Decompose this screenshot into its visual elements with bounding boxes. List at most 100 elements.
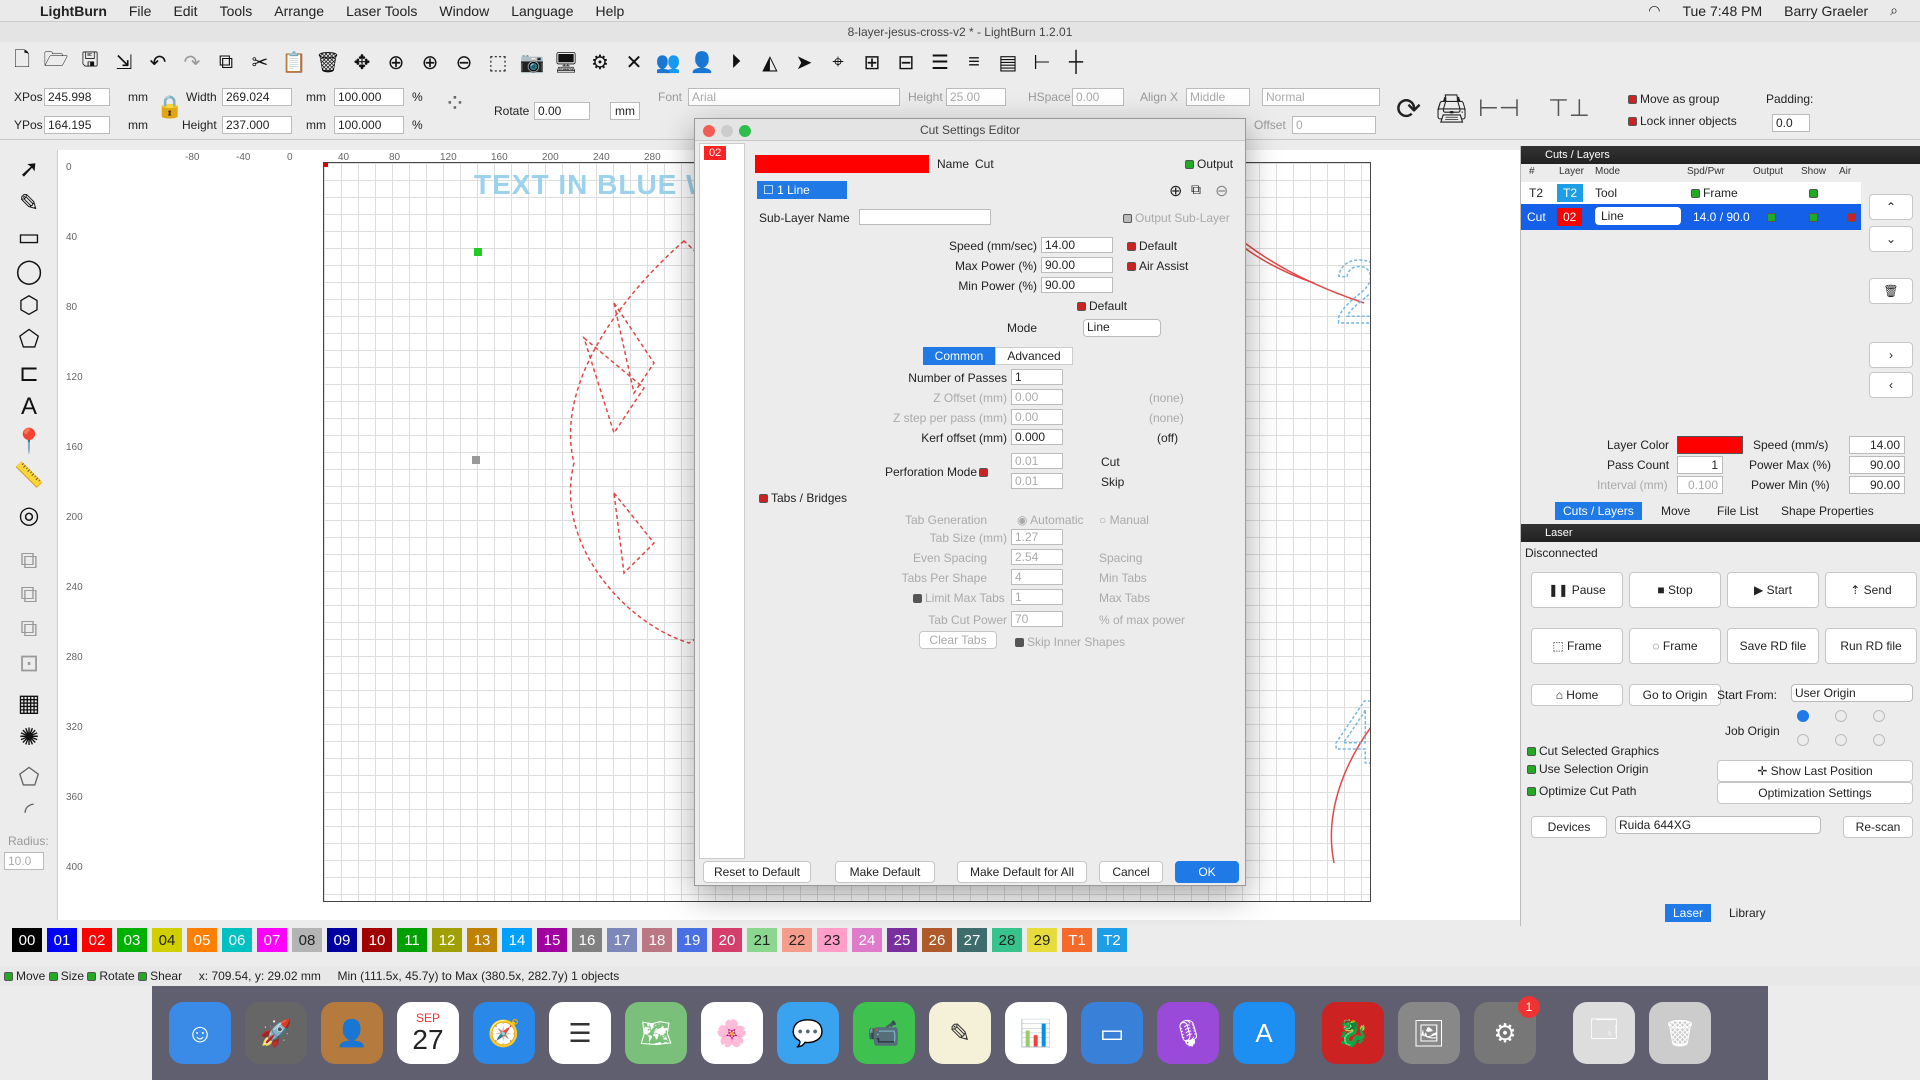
palette-swatch-03[interactable]: 03 — [117, 928, 147, 952]
user-icon[interactable]: 👤 — [688, 48, 716, 76]
palette-swatch-13[interactable]: 13 — [467, 928, 497, 952]
launchpad-icon[interactable]: 🚀 — [245, 1002, 307, 1064]
tabs-bridges-check[interactable]: Tabs / Bridges — [759, 491, 847, 505]
tab-common[interactable]: Common — [923, 347, 995, 365]
spotlight-icon[interactable]: ⌕ — [1890, 2, 1898, 19]
expand-right-button[interactable]: › — [1869, 342, 1913, 368]
move-icon[interactable]: ✥ — [348, 48, 376, 76]
distribute-icon[interactable]: ☰ — [926, 48, 954, 76]
palette-swatch-26[interactable]: 26 — [922, 928, 952, 952]
rotate-unit-button[interactable]: mm — [610, 102, 640, 120]
expand-left-button[interactable]: ‹ — [1869, 372, 1913, 398]
min-power-field[interactable]: 90.00 — [1041, 277, 1113, 293]
menu-tools[interactable]: Tools — [220, 3, 253, 19]
maps-icon[interactable]: 🗺 — [625, 1002, 687, 1064]
undo-icon[interactable]: ↶ — [144, 48, 172, 76]
tab-file-list[interactable]: File List — [1717, 504, 1758, 518]
cut-icon[interactable]: ✂ — [246, 48, 274, 76]
tabs-per-shape-field[interactable]: 4 — [1011, 569, 1063, 585]
height-field[interactable]: 237.000 — [222, 116, 292, 134]
tab-move[interactable]: Move — [1661, 504, 1690, 518]
reset-to-default-button[interactable]: Reset to Default — [703, 861, 811, 883]
perf-skip-field[interactable]: 0.01 — [1011, 473, 1063, 489]
rectangle-tool-icon[interactable]: ▭ — [14, 222, 44, 252]
boolean-subtract-icon[interactable]: ⧉ — [14, 580, 44, 610]
move-layer-down-button[interactable]: ⌄ — [1869, 226, 1913, 252]
polygon-tool-icon[interactable]: ⬡ — [14, 290, 44, 320]
pages-icon[interactable]: ✎ — [929, 1002, 991, 1064]
palette-swatch-14[interactable]: 14 — [502, 928, 532, 952]
z-step-field[interactable]: 0.00 — [1011, 409, 1063, 425]
palette-swatch-04[interactable]: 04 — [152, 928, 182, 952]
palette-swatch-06[interactable]: 06 — [222, 928, 252, 952]
palette-swatch-09[interactable]: 09 — [327, 928, 357, 952]
reminders-icon[interactable]: ☰ — [549, 1002, 611, 1064]
facetime-icon[interactable]: 📹 — [853, 1002, 915, 1064]
show-last-position-button[interactable]: ✛ Show Last Position — [1717, 760, 1913, 782]
layer-row-cut[interactable]: Cut 02 Line 14.0 / 90.0 — [1521, 204, 1861, 230]
palette-swatch-24[interactable]: 24 — [852, 928, 882, 952]
row-mode-select[interactable]: Line — [1595, 207, 1681, 225]
sublayer-name-field[interactable] — [859, 209, 991, 225]
offset-tool-icon[interactable]: ◎ — [14, 500, 44, 530]
boolean-intersect-icon[interactable]: ⧉ — [14, 614, 44, 644]
pen-tool-icon[interactable]: ✎ — [14, 188, 44, 218]
paste-icon[interactable]: 📋 — [280, 48, 308, 76]
palette-swatch-28[interactable]: 28 — [992, 928, 1022, 952]
make-default-button[interactable]: Make Default — [835, 861, 935, 883]
height-pct-field[interactable]: 100.000 — [334, 116, 404, 134]
zoom-icon[interactable]: ⊕ — [382, 48, 410, 76]
move-group-check[interactable]: Move as group — [1628, 92, 1719, 106]
hspace-field[interactable]: 0.00 — [1072, 88, 1124, 106]
close-window-icon[interactable] — [703, 125, 715, 137]
stop-button[interactable]: ■ Stop — [1629, 572, 1721, 608]
device-select[interactable]: Ruida 644XG — [1615, 816, 1821, 834]
menu-help[interactable]: Help — [596, 3, 625, 19]
font-height-field[interactable]: 25.00 — [946, 88, 1006, 106]
cancel-button[interactable]: Cancel — [1099, 861, 1163, 883]
manual-radio[interactable]: ○ Manual — [1099, 513, 1149, 527]
palette-swatch-07[interactable]: 07 — [257, 928, 287, 952]
output-sublayer-check[interactable]: Output Sub-Layer — [1123, 211, 1230, 225]
size-check[interactable]: Size — [48, 969, 84, 983]
palette-swatch-18[interactable]: 18 — [642, 928, 672, 952]
calendar-icon[interactable]: SEP 27 — [397, 1002, 459, 1064]
width-field[interactable]: 269.024 — [222, 88, 292, 106]
save-icon[interactable]: 🖫 — [76, 48, 104, 76]
tab-cut-power-field[interactable]: 70 — [1011, 611, 1063, 627]
trash-icon[interactable]: 🗑 — [1649, 1002, 1711, 1064]
numbers-icon[interactable]: 📊 — [1005, 1002, 1067, 1064]
preview-icon[interactable]: 🖼 — [1398, 1002, 1460, 1064]
offset-field[interactable]: 0 — [1292, 116, 1376, 134]
layer-tag-02[interactable]: 02 — [704, 146, 727, 160]
save-rd-button[interactable]: Save RD file — [1727, 628, 1819, 664]
select-tool-icon[interactable]: ➚ — [14, 154, 44, 184]
palette-swatch-11[interactable]: 11 — [397, 928, 427, 952]
menu-file[interactable]: File — [129, 3, 152, 19]
measure-tool-icon[interactable]: 📏 — [14, 460, 44, 490]
settings-icon[interactable]: ⚙ — [586, 48, 614, 76]
delete-icon[interactable]: 🗑 — [314, 48, 342, 76]
palette-swatch-21[interactable]: 21 — [747, 928, 777, 952]
default-speed-check[interactable]: Default — [1127, 239, 1177, 253]
kerf-field[interactable]: 0.000 — [1011, 429, 1063, 445]
palette-swatch-23[interactable]: 23 — [817, 928, 847, 952]
job-origin-grid[interactable] — [1797, 710, 1887, 750]
width-pct-field[interactable]: 100.000 — [334, 88, 404, 106]
open-icon[interactable]: 🗁 — [42, 48, 70, 76]
tab-size-field[interactable]: 1.27 — [1011, 529, 1063, 545]
anchor-grid-icon[interactable]: ⁘ — [444, 88, 468, 119]
tab-library[interactable]: Library — [1729, 906, 1766, 920]
row-show-check[interactable] — [1809, 210, 1821, 224]
bracket-tool-icon[interactable]: ⊏ — [14, 358, 44, 388]
import-icon[interactable]: ⇲ — [110, 48, 138, 76]
power-min-field[interactable]: 90.00 — [1849, 476, 1905, 494]
passes-field[interactable]: 1 — [1011, 369, 1063, 385]
ypos-field[interactable]: 164.195 — [44, 116, 110, 134]
align-left-icon[interactable]: ⊢⊣ — [1478, 94, 1520, 123]
palette-swatch-08[interactable]: 08 — [292, 928, 322, 952]
delete-layer-button[interactable]: 🗑 — [1869, 278, 1913, 304]
start-button[interactable]: ▶ Start — [1727, 572, 1819, 608]
palette-swatch-16[interactable]: 16 — [572, 928, 602, 952]
limit-max-tabs-field[interactable]: 1 — [1011, 589, 1063, 605]
